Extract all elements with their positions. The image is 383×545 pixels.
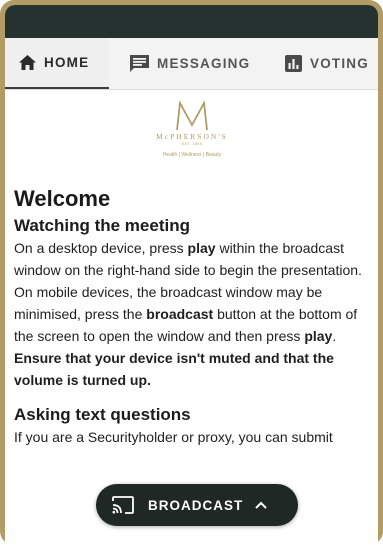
asking-heading: Asking text questions bbox=[14, 405, 191, 424]
broadcast-label: BROADCAST bbox=[148, 497, 244, 513]
company-logo: McPHERSON'S EST. 1860 Health | Wellness … bbox=[14, 91, 370, 185]
logo-name: McPHERSON'S bbox=[156, 132, 228, 141]
logo-est: EST. 1860 bbox=[181, 142, 203, 146]
app-frame: HOME MESSAGING VOTING McPHERSON'S EST. 1… bbox=[0, 0, 383, 545]
home-icon bbox=[19, 55, 36, 70]
tab-voting-label: VOTING bbox=[310, 56, 369, 71]
logo-m-icon bbox=[176, 101, 208, 131]
asking-text: If you are a Securityholder or proxy, yo… bbox=[14, 429, 333, 445]
chevron-up-icon bbox=[255, 501, 267, 509]
bar-chart-icon bbox=[285, 55, 302, 72]
watching-heading: Watching the meeting bbox=[14, 216, 190, 235]
page-title: Welcome bbox=[14, 186, 111, 211]
logo-tagline: Health | Wellness | Beauty bbox=[162, 152, 222, 158]
tab-voting[interactable]: VOTING bbox=[265, 38, 369, 89]
tab-bar: HOME MESSAGING VOTING bbox=[5, 38, 378, 90]
tab-home-label: HOME bbox=[44, 55, 90, 70]
broadcast-button[interactable]: BROADCAST bbox=[96, 484, 298, 526]
home-content: McPHERSON'S EST. 1860 Health | Wellness … bbox=[5, 91, 378, 545]
cast-icon bbox=[112, 496, 134, 514]
watching-text: On a desktop device, press play within t… bbox=[14, 240, 362, 388]
chat-icon bbox=[130, 55, 149, 72]
top-bar bbox=[5, 5, 378, 38]
tab-home[interactable]: HOME bbox=[5, 38, 109, 89]
tab-messaging[interactable]: MESSAGING bbox=[109, 38, 265, 89]
tab-messaging-label: MESSAGING bbox=[157, 56, 251, 71]
app-window: HOME MESSAGING VOTING McPHERSON'S EST. 1… bbox=[5, 5, 378, 545]
